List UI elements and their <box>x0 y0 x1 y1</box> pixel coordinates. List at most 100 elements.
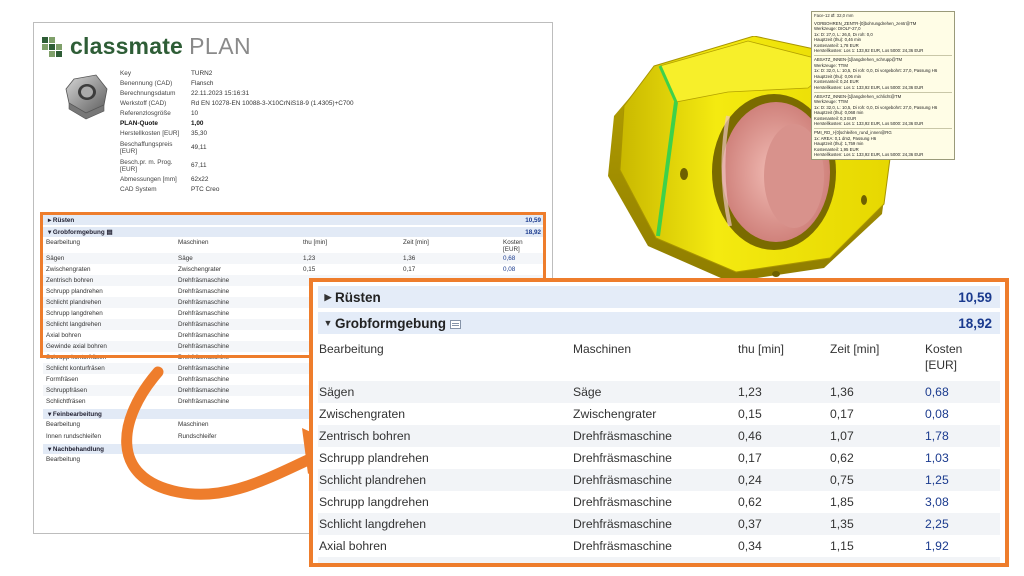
cell-maschine: Zwischengrater <box>573 407 657 421</box>
cell-maschine: Drehfräsmaschine <box>178 288 230 295</box>
tooltip-block: ABSATZ_INNEN-[1]langdrehen_schlicht@TM We… <box>814 91 952 127</box>
cell-thu: 1,23 <box>738 385 762 399</box>
cell-maschine: Drehfräsmaschine <box>573 473 672 487</box>
cell-thu: 0,46 <box>738 561 830 563</box>
cell-bearbeitung: Schlicht plandrehen <box>319 473 427 487</box>
tooltip-block: ABSATZ_INNEN-[1]langdrehen_schrupp@TM Wer… <box>814 55 952 90</box>
cell-bearbeitung: Schrupp langdrehen <box>319 495 429 509</box>
property-key: CAD System <box>120 186 157 194</box>
table-row[interactable]: Schrupp langdrehen Drehfräsmaschine 0,62 1,… <box>318 491 1000 513</box>
property-row: Beschaffungspreis [EUR] 49,11 <box>120 139 548 157</box>
zoomed-cost-table: ▶ Rüsten 10,59 ▼ Grobformgebung 18,92 Be… <box>309 278 1009 567</box>
property-row: Benennung (CAD) Flansch <box>120 79 548 89</box>
table-row[interactable]: Zwischengraten Zwischengrater 0,15 0,17 0,08 <box>43 264 545 275</box>
property-row: Herstellkosten [EUR] 35,30 <box>120 129 548 139</box>
table-row[interactable]: Schrupp plandrehen Drehfräsmaschine 0,17 0,… <box>318 447 1000 469</box>
property-value: TURN2 <box>191 70 213 78</box>
col-kosten-line1: Kosten <box>925 342 963 356</box>
section-label: Nachbehandlung <box>52 445 104 453</box>
logo-word-plan: PLAN <box>189 33 252 59</box>
property-row: Key TURN2 <box>120 69 548 79</box>
col-kosten-line2: [EUR] <box>925 358 958 373</box>
table-row[interactable]: Sägen Säge 1,23 1,36 0,68 <box>43 253 545 264</box>
table-row[interactable]: Zentrisch bohren Drehfräsmaschine 0,46 1,07… <box>318 425 1000 447</box>
property-key: Beschaffungspreis [EUR] <box>120 140 173 155</box>
property-value: 35,30 <box>191 130 207 138</box>
property-value: 10 <box>191 110 199 118</box>
tooltip-line: Herstellkosten: Los 1: 133,92 EUR, Los 5… <box>814 152 924 158</box>
section-label: Rüsten <box>335 289 381 305</box>
cell-maschine: Drehfräsmaschine <box>573 495 672 509</box>
zoom-section-grobformgebung[interactable]: ▼ Grobformgebung 18,92 <box>318 312 1000 334</box>
cell-thu: 1,23 <box>303 255 316 262</box>
table-row[interactable]: Schlicht plandrehen Drehfräsmaschine 0,24 0… <box>318 469 1000 491</box>
table-row[interactable]: Axial bohren Drehfräsmaschine 0,34 1,15 1,92 <box>318 535 1000 557</box>
section-total: 18,92 <box>958 315 992 331</box>
col-thu: thu [min] <box>303 239 328 246</box>
col-maschinen: Maschinen <box>573 342 632 356</box>
table-row[interactable]: Gewinde axial bohrenDrehfräsmaschine0,46… <box>318 557 1000 563</box>
cell-kosten: 1,03 <box>925 451 949 465</box>
zoom-section-ruesten[interactable]: ▶ Rüsten 10,59 <box>318 286 1000 308</box>
cell-maschine: Drehfräsmaschine <box>178 277 230 284</box>
cell-kosten: 1,25 <box>925 473 949 487</box>
cell-kosten: 0,08 <box>503 266 516 273</box>
property-row: Referenzlosgröße 10 <box>120 109 548 119</box>
cell-bearbeitung: Sägen <box>46 255 65 262</box>
property-row: Werkstoff (CAD) Rd EN 10278-EN 10088-3-X1… <box>120 99 548 109</box>
property-value: Rd EN 10278-EN 10088-3-X10CrNiS18-9 (1.4… <box>191 100 354 108</box>
cell-maschine: Säge <box>573 385 602 399</box>
cell-zeit: 1,35 <box>830 517 854 531</box>
cell-kosten: 1,92 <box>925 539 949 553</box>
col-kosten-line2: [EUR] <box>503 246 520 253</box>
col-bearbeitung: Bearbeitung <box>46 421 80 428</box>
table-icon[interactable] <box>450 319 461 329</box>
cell-kosten: 0,68 <box>503 255 516 262</box>
col-kosten: Kosten [EUR] <box>925 341 1000 378</box>
section-grobformgebung[interactable]: ▾ Grobformgebung ▤ 18,92 <box>43 227 545 237</box>
cell-zeit: 1,07 <box>830 429 854 443</box>
cell-maschine: Drehfräsmaschine <box>573 451 672 465</box>
tooltip-line: 1x: D: 32,0, L: 10,5, Di roh: 0,0, Di vo… <box>814 68 938 74</box>
property-key: Key <box>120 70 132 78</box>
cell-maschine: Drehfräsmaschine <box>178 387 230 394</box>
property-key: Werkstoff (CAD) <box>120 100 167 108</box>
cell-bearbeitung: Gewinde axial bohren <box>46 343 107 350</box>
property-value: PTC Creo <box>191 186 220 194</box>
property-row: Berechnungsdatum 22.11.2023 15:16:31 <box>120 89 548 99</box>
property-key: PLAN-Quote <box>120 120 158 128</box>
property-row: Abmessungen [mm] 62x22 <box>120 175 548 185</box>
cell-maschine: Drehfräsmaschine <box>178 310 230 317</box>
triangle-down-icon: ▼ <box>323 318 333 328</box>
property-value: 49,11 <box>191 144 207 152</box>
cell-zeit: 0,17 <box>403 266 416 273</box>
table-header: Bearbeitung Maschinen thu [min] Zeit [mi… <box>43 237 545 253</box>
property-row: CAD System PTC Creo <box>120 185 548 195</box>
cell-maschine: Drehfräsmaschine <box>178 299 230 306</box>
table-row[interactable]: Zwischengraten Zwischengrater 0,15 0,17 0,08 <box>318 403 1000 425</box>
section-total: 18,92 <box>525 228 541 236</box>
col-thu: thu [min] <box>738 342 785 356</box>
section-label: Feinbearbeitung <box>52 410 102 418</box>
table-row[interactable]: Sägen Säge 1,23 1,36 0,68 <box>318 381 1000 403</box>
part-thumbnail-image <box>65 74 108 120</box>
logo-mark-icon <box>42 36 64 57</box>
cell-kosten: 0,08 <box>925 407 949 421</box>
cell-zeit: 0,17 <box>830 407 854 421</box>
table-icon[interactable]: ▤ <box>105 229 112 236</box>
section-ruesten[interactable]: ▸ Rüsten 10,59 <box>43 215 545 225</box>
table-row[interactable]: Schlicht langdrehen Drehfräsmaschine 0,37 1… <box>318 513 1000 535</box>
tooltip-line: Herstellkosten: Los 1: 133,92 EUR, Los 5… <box>814 121 924 127</box>
cell-bearbeitung: Sägen <box>319 385 355 399</box>
cell-maschine: Drehfräsmaschine <box>178 321 230 328</box>
cell-bearbeitung: Schlicht langdrehen <box>46 321 102 328</box>
cell-bearbeitung: Schlichtfräsen <box>46 398 86 405</box>
cell-thu: 0,37 <box>738 517 762 531</box>
cell-kosten: 2,18 <box>925 561 1000 563</box>
cell-maschine: Drehfräsmaschine <box>178 398 230 405</box>
cell-bearbeitung: Schlicht plandrehen <box>46 299 102 306</box>
cell-zeit: 1,31 <box>830 561 925 563</box>
cell-zeit: 1,85 <box>830 495 854 509</box>
screenshot-stage: classmate PLAN Key TURN2 Benennung (CAD) F… <box>0 0 1024 576</box>
property-key: Besch.pr. m. Prog. [EUR] <box>120 158 173 173</box>
